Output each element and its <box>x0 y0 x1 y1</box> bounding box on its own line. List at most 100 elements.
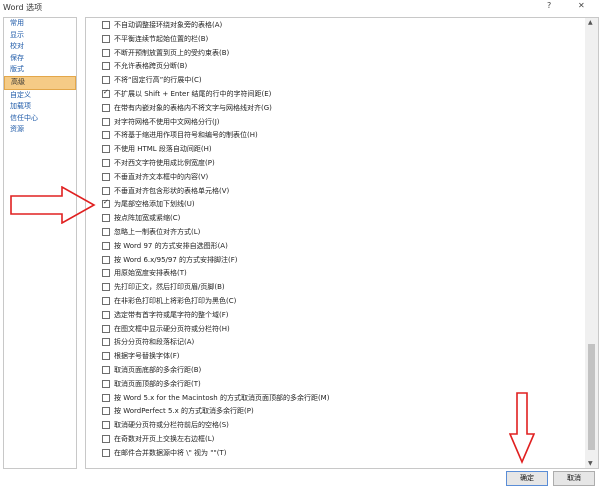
ok-button[interactable]: 确定 <box>506 471 548 486</box>
option-row[interactable]: 拆分分页符和段落标记(A) <box>86 336 581 348</box>
option-row[interactable]: 在带有内嵌对象的表格内不将文字与网格线对齐(G) <box>86 102 581 114</box>
sidebar-item[interactable]: 常用 <box>4 18 76 30</box>
option-row[interactable]: 对字符网格不使用中文网格分行(J) <box>86 116 581 128</box>
option-checkbox[interactable] <box>102 145 110 154</box>
option-checkbox[interactable] <box>102 241 110 250</box>
option-row[interactable]: 不使用 HTML 段落自动间距(H) <box>86 143 581 155</box>
sidebar-item[interactable]: 保存 <box>4 53 76 65</box>
vertical-scrollbar[interactable]: ▲ ▼ <box>585 18 598 468</box>
sidebar-item[interactable]: 校对 <box>4 41 76 53</box>
option-row[interactable]: 不断开预制放置到页上的受约束表(B) <box>86 47 581 59</box>
option-label: 用原始宽度安排表格(T) <box>114 269 187 278</box>
option-row[interactable]: 不垂直对齐包含形状的表格单元格(V) <box>86 185 581 197</box>
sidebar-item[interactable]: 加载项 <box>4 101 76 113</box>
option-label: 对字符网格不使用中文网格分行(J) <box>114 117 220 126</box>
option-checkbox[interactable] <box>102 435 110 443</box>
option-row[interactable]: 为尾部空格添加下划线(U) <box>86 198 581 210</box>
option-checkbox[interactable] <box>102 214 110 223</box>
sidebar-item[interactable]: 资源 <box>4 124 76 136</box>
close-icon[interactable]: ✕ <box>578 1 585 10</box>
option-row[interactable]: 不垂直对齐文本框中的内容(V) <box>86 171 581 183</box>
option-checkbox[interactable] <box>102 407 110 416</box>
option-checkbox[interactable] <box>102 228 110 236</box>
option-checkbox[interactable] <box>102 186 110 195</box>
option-row[interactable]: 不对西文字符使用成比例宽度(P) <box>86 157 581 169</box>
help-icon[interactable]: ? <box>547 1 551 10</box>
option-row[interactable]: 取消硬分页符或分栏符前后的空格(S) <box>86 419 581 431</box>
option-row[interactable]: 在非彩色打印机上将彩色打印为黑色(C) <box>86 295 581 307</box>
option-checkbox[interactable] <box>102 131 110 140</box>
option-checkbox[interactable] <box>102 48 110 57</box>
option-label: 选定带有首字符或尾字符的整个域(F) <box>114 310 229 319</box>
option-row[interactable]: 按 Word 5.x for the Macintosh 的方式取消页面顶部的多… <box>86 392 581 404</box>
option-label: 不将“固定行高”的行展中(C) <box>114 76 202 85</box>
option-row[interactable]: 在奇数对开页上交换左右边框(L) <box>86 433 581 445</box>
option-row[interactable]: 不平衡连续节起始位置的栏(B) <box>86 33 581 45</box>
option-row[interactable]: 按点阵加宽或紧缩(C) <box>86 212 581 224</box>
option-checkbox[interactable] <box>102 310 110 319</box>
option-checkbox[interactable] <box>102 269 110 278</box>
option-row[interactable]: 用原始宽度安排表格(T) <box>86 267 581 279</box>
option-row[interactable]: 取消页面顶部的多余行距(T) <box>86 378 581 390</box>
option-checkbox[interactable] <box>102 21 110 29</box>
option-checkbox[interactable] <box>102 297 110 305</box>
option-label: 在非彩色打印机上将彩色打印为黑色(C) <box>114 297 237 305</box>
option-checkbox[interactable] <box>102 283 110 292</box>
option-row[interactable]: 按 Word 6.x/95/97 的方式安排脚注(F) <box>86 254 581 266</box>
option-label: 按 Word 97 的方式安排自选图形(A) <box>114 241 228 250</box>
option-row[interactable]: 按 Word 97 的方式安排自选图形(A) <box>86 240 581 252</box>
sidebar-nav: 常用 显示 校对 保存 版式 高级 自定义 加载项 信任中心 资源 <box>3 17 77 469</box>
option-checkbox[interactable] <box>102 103 110 112</box>
option-label: 根据字号替换字体(F) <box>114 352 180 361</box>
cancel-button[interactable]: 取消 <box>553 471 595 486</box>
option-checkbox[interactable] <box>102 421 110 430</box>
option-row[interactable]: 根据字号替换字体(F) <box>86 350 581 362</box>
option-row[interactable]: 不允许表格跨页分断(B) <box>86 60 581 72</box>
sidebar-item[interactable]: 显示 <box>4 30 76 42</box>
option-checkbox[interactable] <box>102 172 110 181</box>
sidebar-item[interactable]: 高级 <box>4 75 76 90</box>
option-row[interactable]: 在图文框中显示硬分页符或分栏符(H) <box>86 323 581 335</box>
option-row[interactable]: 按 WordPerfect 5.x 的方式取消多余行距(P) <box>86 405 581 417</box>
option-label: 拆分分页符和段落标记(A) <box>114 338 195 347</box>
option-checkbox[interactable] <box>102 255 110 264</box>
option-row[interactable]: 选定带有首字符或尾字符的整个域(F) <box>86 309 581 321</box>
option-label: 按 WordPerfect 5.x 的方式取消多余行距(P) <box>114 407 254 416</box>
sidebar-item[interactable]: 自定义 <box>4 90 76 102</box>
option-checkbox[interactable] <box>102 352 110 361</box>
option-checkbox[interactable] <box>102 448 110 457</box>
option-row[interactable]: 取消页面底部的多余行距(B) <box>86 364 581 376</box>
option-checkbox[interactable] <box>102 366 110 374</box>
option-label: 取消页面底部的多余行距(B) <box>114 366 202 374</box>
option-row[interactable]: 不扩展以 Shift + Enter 结尾的行中的字符间距(E) <box>86 88 581 100</box>
option-label: 不垂直对齐文本框中的内容(V) <box>114 172 209 181</box>
option-row[interactable]: 忽略上一制表位对齐方式(L) <box>86 226 581 238</box>
option-checkbox[interactable] <box>102 117 110 126</box>
option-checkbox[interactable] <box>102 338 110 347</box>
option-row[interactable]: 不将“固定行高”的行展中(C) <box>86 74 581 86</box>
scroll-up-icon[interactable]: ▲ <box>588 19 593 26</box>
option-label: 取消硬分页符或分栏符前后的空格(S) <box>114 421 229 430</box>
scrollbar-thumb[interactable] <box>588 344 595 450</box>
option-label: 不对西文字符使用成比例宽度(P) <box>114 159 215 167</box>
option-row[interactable]: 不自动调整接环绕对象旁的表格(A) <box>86 19 581 31</box>
option-row[interactable]: 不将基于缩进用作项目符号和编号的制表位(H) <box>86 129 581 141</box>
option-checkbox[interactable] <box>102 379 110 388</box>
option-checkbox[interactable] <box>102 159 110 167</box>
option-checkbox[interactable] <box>102 88 110 98</box>
option-checkbox[interactable] <box>102 76 110 85</box>
option-checkbox[interactable] <box>102 198 110 209</box>
option-checkbox[interactable] <box>102 62 110 71</box>
option-checkbox[interactable] <box>102 34 110 43</box>
option-label: 不平衡连续节起始位置的栏(B) <box>114 34 209 43</box>
option-checkbox[interactable] <box>102 393 110 402</box>
option-row[interactable]: 先打印正文，然后打印页眉/页脚(B) <box>86 281 581 293</box>
option-checkbox[interactable] <box>102 324 110 333</box>
sidebar-item[interactable]: 版式 <box>4 64 76 76</box>
scroll-down-icon[interactable]: ▼ <box>588 460 593 467</box>
option-label: 在带有内嵌对象的表格内不将文字与网格线对齐(G) <box>114 103 272 112</box>
option-label: 先打印正文，然后打印页眉/页脚(B) <box>114 283 225 292</box>
sidebar-item[interactable]: 信任中心 <box>4 113 76 125</box>
option-row[interactable]: 在邮件合并数据源中将 \" 视为 ""(T) <box>86 447 581 459</box>
option-label: 在邮件合并数据源中将 \" 视为 ""(T) <box>114 448 227 457</box>
